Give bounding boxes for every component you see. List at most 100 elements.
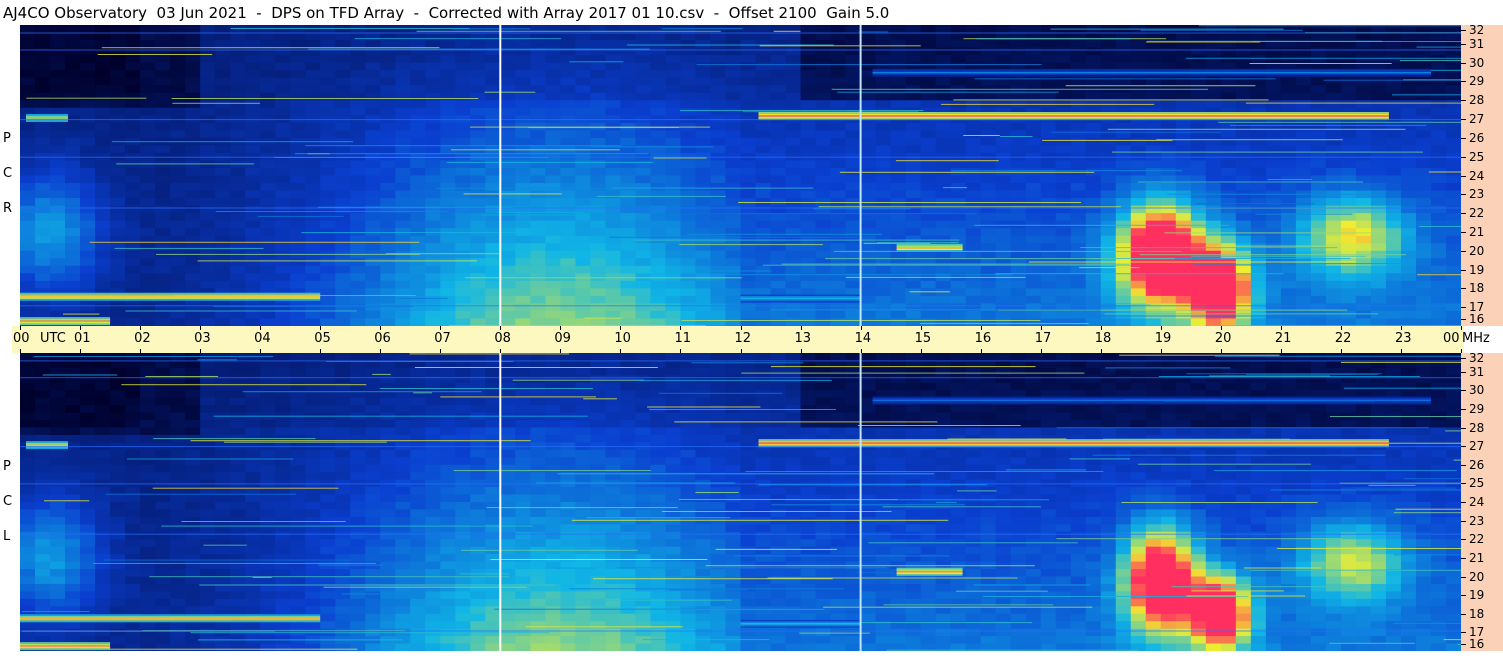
spectrogram-cell (1415, 205, 1432, 214)
spectrogram-cell (170, 145, 186, 154)
spectrogram-cell (335, 621, 351, 630)
spectrogram-cell (1115, 310, 1132, 320)
spectrogram-cell (1085, 47, 1102, 56)
spectrogram-cell (755, 160, 772, 169)
spectrogram-cell (95, 434, 111, 443)
spectrogram-cell (155, 55, 171, 64)
spectrogram-cell (1205, 85, 1222, 94)
spectrogram-cell (1160, 273, 1177, 282)
spectrogram-cell (1235, 47, 1252, 56)
spectrogram-cell (500, 243, 516, 252)
spectrogram-cell (1145, 265, 1162, 274)
spectrogram-cell (1175, 160, 1192, 169)
spectrogram-cell (1100, 32, 1117, 41)
spectrogram-cell (1430, 213, 1447, 222)
spectrogram-cell (560, 243, 576, 252)
spectrogram-cell (920, 265, 937, 274)
spectrogram-cell (665, 160, 682, 169)
spectrogram-cell (1190, 295, 1207, 305)
spectrogram-cell (755, 137, 772, 147)
spectrogram-cell (1190, 288, 1207, 297)
spectrogram-cell (1025, 288, 1042, 297)
spectrogram-cell (335, 310, 351, 320)
spectrogram-cell (125, 509, 141, 518)
spectrogram-cell (275, 554, 291, 563)
spectrogram-cell (1115, 213, 1132, 222)
rfi-streak (1107, 128, 1406, 130)
spectrogram-cell (410, 243, 426, 252)
spectrogram-cell (530, 190, 546, 199)
spectrogram-cell (1235, 55, 1252, 64)
spectrogram-cell (140, 318, 156, 326)
spectrogram-cell (215, 273, 231, 282)
spectrogram-cell (155, 606, 171, 615)
spectrogram-cell (140, 591, 156, 600)
spectrogram-cell (455, 40, 471, 49)
spectrogram-cell (665, 32, 682, 41)
spectrogram-cell (920, 122, 937, 131)
spectrogram-cell (1370, 198, 1387, 207)
spectrogram-cell (545, 175, 561, 184)
spectrogram-cell (50, 472, 66, 481)
channel-line (20, 32, 1461, 34)
spectrogram-cell (320, 569, 336, 578)
spectrogram-cell (605, 243, 622, 252)
spectrogram-cell (305, 509, 321, 518)
spectrogram-cell (1100, 318, 1117, 326)
spectrogram-cell (320, 55, 336, 64)
spectrogram-cell (575, 160, 591, 169)
spectrogram-cell (1310, 130, 1327, 139)
spectrogram-cell (35, 55, 51, 64)
spectrogram-cell (395, 265, 411, 274)
spectrogram-cell (485, 77, 501, 86)
spectrogram-cell (290, 576, 306, 585)
spectrogram-cell (305, 62, 321, 71)
spectrogram-cell (305, 280, 321, 289)
spectrogram-cell (395, 85, 411, 94)
spectrogram-cell (1175, 318, 1192, 326)
spectrogram-cell (200, 40, 216, 49)
spectrogram-cell (365, 310, 381, 320)
spectrogram-cell (65, 628, 81, 637)
spectrogram-cell (230, 643, 246, 651)
spectrogram-cell (365, 464, 381, 473)
spectrogram-cell (1415, 55, 1432, 64)
spectrogram-cell (530, 213, 546, 222)
spectrogram-cell (125, 265, 141, 274)
spectrogram-cell (1100, 288, 1117, 297)
spectrogram-cell (125, 367, 141, 376)
spectrogram-cell (590, 243, 607, 252)
spectrogram-cell (335, 531, 351, 540)
spectrogram-cell (1265, 55, 1282, 64)
spectrogram-cell (1010, 220, 1027, 229)
spectrogram-cell (20, 472, 36, 481)
spectrogram-cell (830, 160, 847, 169)
spectrogram-cell (1340, 167, 1357, 177)
spectrogram-cell (1265, 228, 1282, 237)
spectrogram-cell (965, 228, 982, 237)
spectrogram-cell (170, 107, 186, 116)
spectrogram-cell (290, 375, 306, 384)
spectrogram-cell (575, 137, 591, 147)
spectrogram-cell (290, 130, 306, 139)
spectrogram-cell (80, 427, 96, 436)
spectrogram-cell (635, 198, 652, 207)
spectrogram-cell (185, 390, 201, 399)
spectrogram-cell (755, 205, 772, 214)
spectrogram-cell (800, 280, 817, 289)
spectrogram-cell (875, 220, 892, 229)
spectrogram-cell (20, 243, 36, 252)
spectrogram-cell (680, 228, 697, 237)
spectrogram-cell (650, 85, 667, 94)
spectrogram-cell (1220, 85, 1237, 94)
spectrogram-cell (1175, 137, 1192, 147)
spectrogram-cell (1250, 220, 1267, 229)
spectrogram-cell (65, 62, 81, 71)
spectrogram-cell (695, 198, 712, 207)
spectrogram-cell (1055, 243, 1072, 252)
spectrogram-cell (1265, 280, 1282, 289)
rfi-streak (781, 263, 1130, 265)
spectrogram-cell (80, 55, 96, 64)
spectrogram-cell (20, 175, 36, 184)
spectrogram-cell (1175, 167, 1192, 177)
